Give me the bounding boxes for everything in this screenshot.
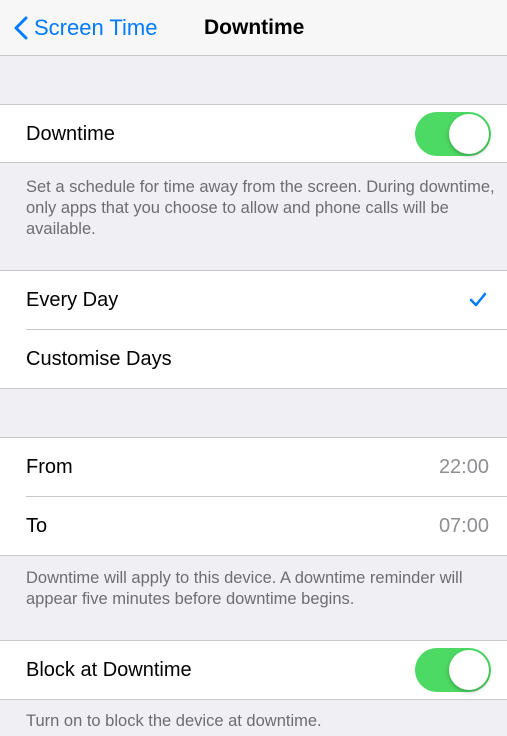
page-title: Downtime	[204, 16, 305, 39]
toggle-knob	[449, 114, 489, 154]
customise-days-row[interactable]: Customise Days	[0, 330, 507, 388]
to-time-value: 07:00	[438, 515, 489, 537]
block-toggle-row: Block at Downtime	[0, 641, 507, 699]
to-label: To	[26, 515, 48, 537]
to-row[interactable]: To 07:00	[0, 497, 507, 555]
back-button-label: Screen Time	[34, 15, 158, 40]
block-description: Turn on to block the device at downtime.	[26, 712, 322, 730]
days-group: Every Day Customise Days	[0, 270, 507, 389]
chevron-left-icon	[14, 16, 28, 40]
every-day-label: Every Day	[26, 289, 119, 311]
toggle-knob	[449, 650, 489, 690]
block-toggle-switch[interactable]	[415, 648, 491, 692]
downtime-description: Set a schedule for time away from the sc…	[26, 178, 495, 238]
downtime-toggle-row: Downtime	[0, 105, 507, 163]
from-row[interactable]: From 22:00	[0, 438, 507, 496]
navigation-bar: Screen Time Downtime	[0, 0, 507, 56]
block-toggle-group: Block at Downtime	[0, 640, 507, 700]
checkmark-icon	[469, 292, 487, 307]
downtime-toggle-switch[interactable]	[415, 112, 491, 156]
from-time-value: 22:00	[438, 456, 489, 478]
time-description: Downtime will apply to this device. A do…	[26, 569, 463, 608]
from-label: From	[26, 456, 73, 478]
every-day-row[interactable]: Every Day	[0, 271, 507, 329]
back-button[interactable]: Screen Time	[14, 14, 158, 42]
block-toggle-label: Block at Downtime	[26, 659, 192, 681]
customise-days-label: Customise Days	[26, 348, 172, 370]
downtime-toggle-group: Downtime	[0, 104, 507, 163]
time-group: From 22:00 To 07:00	[0, 437, 507, 556]
downtime-toggle-label: Downtime	[26, 123, 115, 145]
